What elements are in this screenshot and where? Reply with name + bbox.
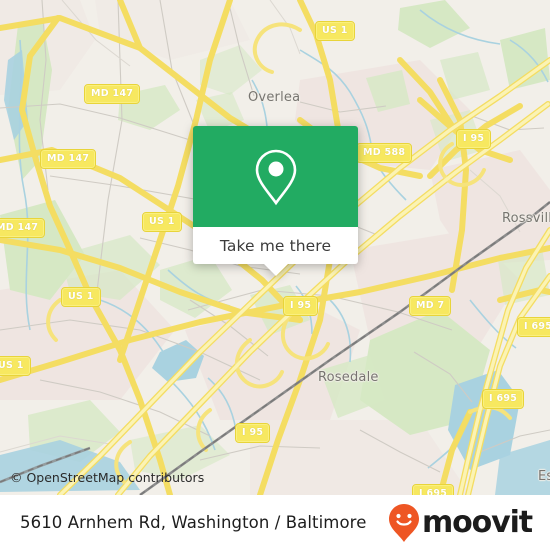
road-shield-md-147: MD 147 xyxy=(83,84,141,104)
moovit-pin-smiley-icon xyxy=(388,503,419,542)
map-attribution[interactable]: © OpenStreetMap contributors xyxy=(10,470,204,485)
map-canvas[interactable]: .g { fill:#d6e8c4; } .u { fill:#efe5e1; … xyxy=(0,0,550,495)
road-shield-i-95: I 95 xyxy=(282,296,319,316)
moovit-map-screenshot: .g { fill:#d6e8c4; } .u { fill:#efe5e1; … xyxy=(0,0,550,550)
road-shield-us-1: US 1 xyxy=(0,356,31,376)
take-me-there-callout[interactable]: Take me there xyxy=(193,126,358,276)
footer-bar: 5610 Arnhem Rd, Washington / Baltimore m… xyxy=(0,495,550,550)
address-text: 5610 Arnhem Rd, Washington / Baltimore xyxy=(20,513,367,532)
road-shield-us-1: US 1 xyxy=(315,21,355,41)
road-shield-md-588: MD 588 xyxy=(355,143,413,163)
moovit-logo[interactable]: moovit xyxy=(387,503,533,543)
road-shield-i-695: I 695 xyxy=(411,484,455,495)
road-shield-i-695: I 695 xyxy=(516,317,550,337)
take-me-there-label: Take me there xyxy=(219,236,332,255)
road-shield-us-1: US 1 xyxy=(61,287,101,307)
callout-action-bar[interactable]: Take me there xyxy=(193,227,358,276)
road-shield-i-695: I 695 xyxy=(481,389,525,409)
moovit-wordmark: moovit xyxy=(421,504,533,540)
road-shield-i-95: I 95 xyxy=(234,423,271,443)
road-shield-i-95: I 95 xyxy=(455,129,492,149)
road-shield-us-1: US 1 xyxy=(142,212,182,232)
map-pin-icon xyxy=(255,149,296,205)
callout-pointer xyxy=(262,263,289,276)
road-shield-md-147: MD 147 xyxy=(39,149,97,169)
road-shield-md-147: MD 147 xyxy=(0,218,46,238)
callout-header xyxy=(193,126,358,227)
road-shield-md-7: MD 7 xyxy=(408,296,452,316)
